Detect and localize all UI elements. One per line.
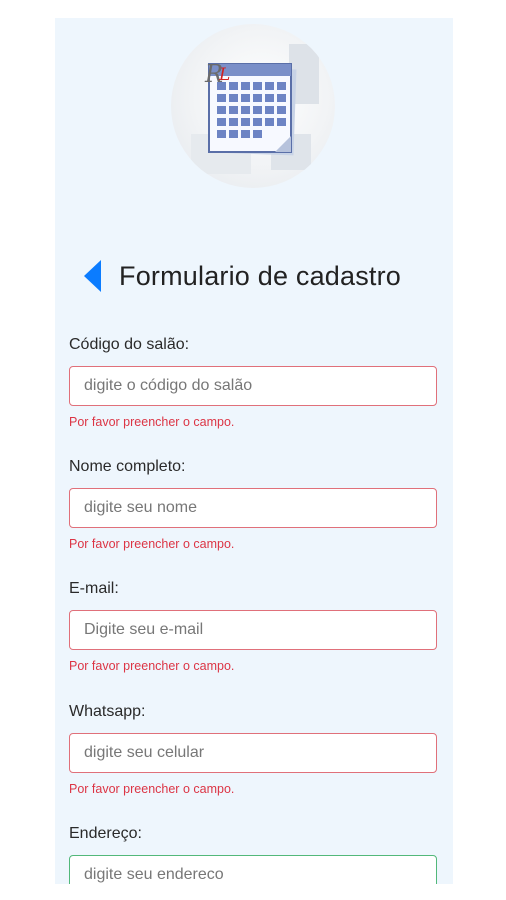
- calendar-logo-icon: R L: [191, 44, 319, 174]
- field-full-name: Nome completo: Por favor preencher o cam…: [69, 456, 439, 552]
- form-header: Formulario de cadastro: [81, 256, 441, 296]
- svg-text:L: L: [218, 65, 230, 85]
- salon-code-label: Código do salão:: [69, 336, 190, 353]
- email-error: Por favor preencher o campo.: [69, 659, 235, 673]
- field-email: E-mail: Por favor preencher o campo.: [69, 578, 439, 674]
- address-input[interactable]: [69, 855, 437, 884]
- form-panel: R L Formulario de cadastro Código do sal…: [55, 18, 453, 884]
- full-name-error: Por favor preencher o campo.: [69, 537, 235, 551]
- field-salon-code: Código do salão: Por favor preencher o c…: [69, 334, 439, 430]
- field-whatsapp: Whatsapp: Por favor preencher o campo.: [69, 701, 439, 797]
- salon-code-error: Por favor preencher o campo.: [69, 415, 235, 429]
- salon-code-input[interactable]: [69, 366, 437, 406]
- address-label: Endereço:: [69, 825, 142, 842]
- full-name-input[interactable]: [69, 488, 437, 528]
- field-address: Endereço:: [69, 823, 439, 884]
- full-name-label: Nome completo:: [69, 458, 186, 475]
- whatsapp-input[interactable]: [69, 733, 437, 773]
- chevron-left-icon[interactable]: [81, 259, 103, 293]
- page-title: Formulario de cadastro: [119, 260, 402, 291]
- whatsapp-label: Whatsapp:: [69, 703, 146, 720]
- whatsapp-error: Por favor preencher o campo.: [69, 782, 235, 796]
- email-label: E-mail:: [69, 580, 119, 597]
- app-logo: R L: [171, 24, 335, 188]
- email-input[interactable]: [69, 610, 437, 650]
